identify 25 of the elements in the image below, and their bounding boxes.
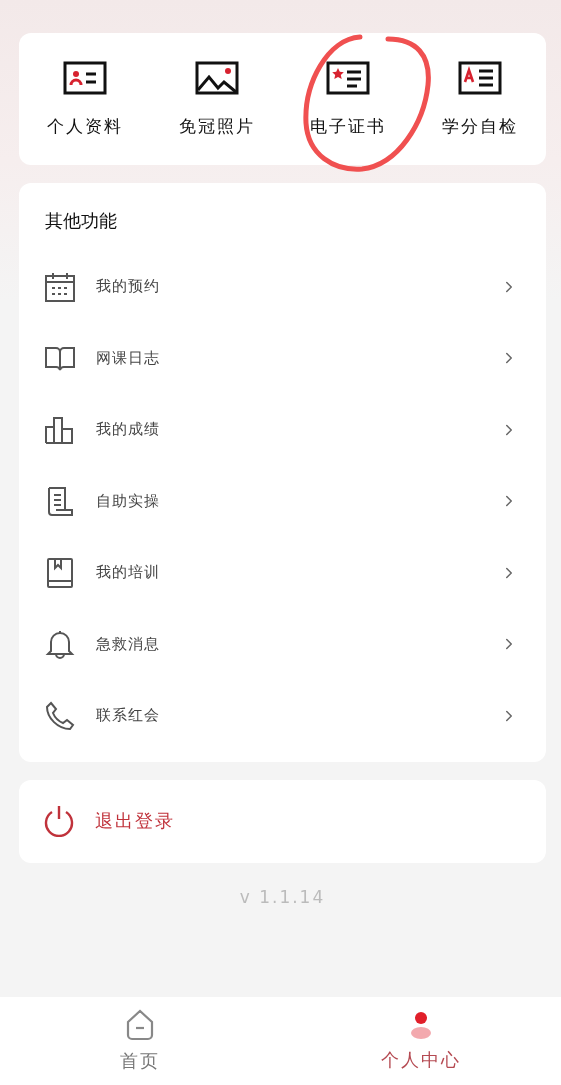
menu-item[interactable]: 自助实操 — [19, 465, 546, 537]
bell-icon — [44, 628, 76, 661]
shortcut-item[interactable]: 免冠照片 — [150, 33, 283, 165]
menu-item[interactable]: 我的预约 — [19, 251, 546, 323]
tab-item[interactable]: 首页 — [0, 997, 281, 1085]
tab-item[interactable]: 个人中心 — [280, 997, 561, 1085]
menu-item[interactable]: 网课日志 — [19, 322, 546, 394]
shortcut-item[interactable]: 学分自检 — [414, 33, 546, 165]
id-card-icon — [62, 60, 107, 95]
menu-item[interactable]: 急救消息 — [19, 608, 546, 680]
logout-button[interactable]: 退出登录 — [19, 779, 546, 863]
menu-item[interactable]: 我的成绩 — [19, 394, 546, 466]
document-icon — [458, 60, 503, 95]
power-icon — [43, 805, 75, 837]
section-title: 其他功能 — [44, 209, 118, 233]
menu-item[interactable]: 联系红会 — [19, 680, 546, 752]
menu-item[interactable]: 我的培训 — [19, 537, 546, 609]
shortcut-item[interactable]: 个人资料 — [19, 33, 151, 165]
book-icon — [44, 556, 76, 589]
phone-icon — [44, 699, 76, 732]
calendar-icon — [44, 270, 76, 303]
certificate-icon — [326, 60, 371, 95]
shortcut-item[interactable]: 电子证书 — [282, 33, 415, 165]
image-icon — [194, 60, 239, 95]
version-text: v 1.1.14 — [239, 886, 326, 907]
